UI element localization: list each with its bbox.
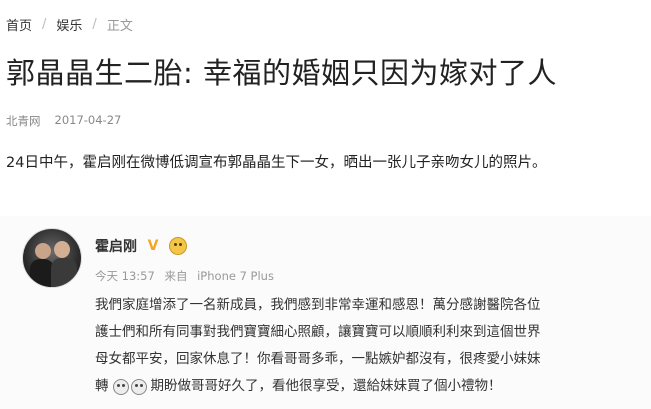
breadcrumb: 首页 / 娱乐 / 正文 [6, 14, 133, 34]
emoji-group [112, 378, 147, 395]
smile-emoji-icon [169, 237, 187, 255]
weibo-user-header: 霍启刚 V [95, 236, 187, 256]
article-meta: 北青网 2017-04-27 [6, 113, 121, 129]
laugh-emoji-icon [130, 378, 147, 395]
laugh-emoji-icon [112, 378, 129, 395]
weibo-post-line: 轉 期盼做哥哥好久了，看他很享受，還給妹妹買了個小禮物！ [95, 373, 651, 400]
weibo-post-line-prefix: 轉 [95, 378, 109, 394]
weibo-post-line-text: 期盼做哥哥好久了，看他很享受，還給妹妹買了個小禮物！ [150, 378, 502, 394]
breadcrumb-separator: / [92, 16, 97, 32]
article-title: 郭晶晶生二胎: 幸福的婚姻只因为嫁对了人 [6, 56, 557, 90]
weibo-post-from: 来自 [164, 269, 188, 283]
article-source-link[interactable]: 北青网 [6, 113, 41, 129]
avatar [22, 228, 82, 288]
breadcrumb-home-link[interactable]: 首页 [6, 15, 32, 34]
weibo-post-body: 我們家庭增添了一名新成員，我們感到非常幸運和感恩！萬分感謝醫院各位 護士們和所有… [95, 292, 651, 400]
breadcrumb-current: 正文 [106, 18, 133, 34]
breadcrumb-entertainment-link[interactable]: 娱乐 [56, 15, 82, 34]
article-paragraph: 24日中午，霍启刚在微博低调宣布郭晶晶生下一女，晒出一张儿子亲吻女儿的照片。 [6, 155, 547, 171]
weibo-screenshot: 霍启刚 V 今天 13:57 来自 iPhone 7 Plus 我們家庭增添了一… [0, 216, 651, 409]
weibo-post-line: 護士們和所有同事對我們寶寶細心照顧，讓寶寶可以順順利利來到這個世界 [95, 324, 541, 340]
weibo-post-line: 母女都平安，回家休息了！你看哥哥多乖，一點嫉妒都沒有，很疼愛小妹妹 [95, 351, 541, 367]
article-date: 2017-04-27 [54, 113, 122, 127]
verified-badge-icon: V [147, 238, 159, 254]
weibo-username: 霍启刚 [95, 239, 137, 255]
breadcrumb-separator: / [42, 16, 47, 32]
weibo-post-meta: 今天 13:57 来自 iPhone 7 Plus [95, 268, 280, 284]
weibo-post-time: 今天 13:57 [95, 269, 155, 283]
weibo-post-device: iPhone 7 Plus [197, 269, 274, 283]
weibo-post-line: 我們家庭增添了一名新成員，我們感到非常幸運和感恩！萬分感謝醫院各位 [95, 297, 541, 313]
